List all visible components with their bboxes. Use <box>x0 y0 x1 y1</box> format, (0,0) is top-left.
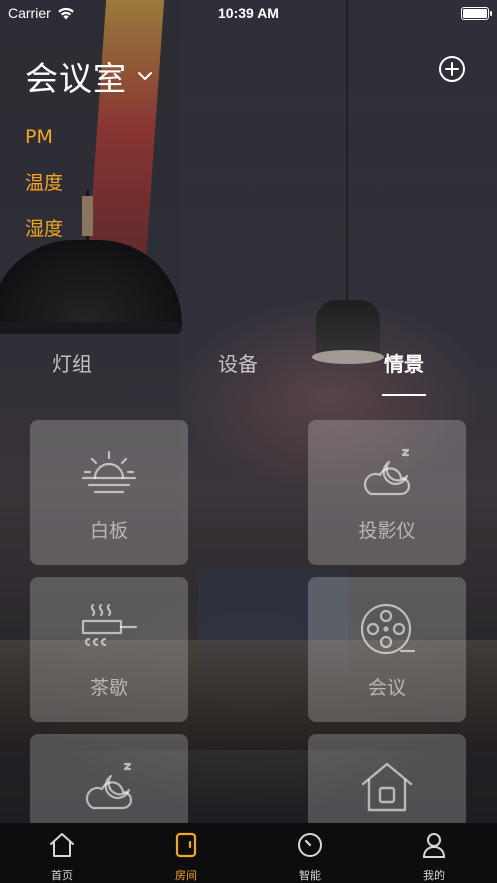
category-tabs: 灯组 设备 情景 <box>0 348 497 398</box>
scene-card-home[interactable] <box>308 734 466 823</box>
tabbar-label: 我的 <box>423 869 445 882</box>
add-circle-icon[interactable] <box>438 55 466 83</box>
chevron-down-icon <box>138 72 152 80</box>
scene-label: 投影仪 <box>358 520 416 542</box>
sensor-readings: PM 温度 湿度 <box>25 124 63 262</box>
header: 会议室 <box>0 46 497 102</box>
reading-temperature: 温度 <box>25 172 64 194</box>
room-title: 会议室 <box>25 59 127 98</box>
night-cloud-icon <box>85 762 133 810</box>
scene-card-night[interactable] <box>30 734 188 823</box>
tab-devices[interactable]: 设备 <box>218 348 258 377</box>
scene-grid: 白板 投影仪 茶歇 会议 <box>0 420 497 823</box>
reading-humidity: 湿度 <box>25 218 64 240</box>
tabbar-item-room[interactable]: 房间 <box>146 823 226 883</box>
scene-label: 白板 <box>89 520 128 542</box>
scene-card-meeting[interactable]: 会议 <box>308 577 466 722</box>
tabbar-item-smart[interactable]: 智能 <box>270 823 350 883</box>
scene-card-projector[interactable]: 投影仪 <box>308 420 466 565</box>
tabbar-label: 首页 <box>51 869 73 882</box>
person-icon <box>422 833 446 858</box>
bottom-tab-bar: 首页 房间 智能 我的 <box>0 823 497 883</box>
night-cloud-icon <box>363 448 411 496</box>
scene-card-whiteboard[interactable]: 白板 <box>30 420 188 565</box>
clock-icon <box>298 833 322 857</box>
home-icon <box>361 762 413 812</box>
scene-label: 会议 <box>367 677 406 699</box>
wifi-icon <box>57 7 74 19</box>
film-reel-icon <box>360 603 416 655</box>
sunrise-icon <box>81 450 137 494</box>
scene-label: 茶歇 <box>89 677 128 699</box>
tab-scenes[interactable]: 情景 <box>384 348 424 377</box>
tabbar-label: 智能 <box>299 869 321 882</box>
tabbar-label: 房间 <box>175 869 197 882</box>
reading-pm: PM <box>25 126 53 148</box>
room-selector[interactable]: 会议室 <box>25 52 153 100</box>
cooking-pot-icon <box>81 603 138 647</box>
status-bar: Carrier 10:39 AM <box>0 0 497 26</box>
tabbar-item-home[interactable]: 首页 <box>22 823 102 883</box>
scene-card-tea-break[interactable]: 茶歇 <box>30 577 188 722</box>
battery-icon <box>461 6 492 20</box>
battery-level <box>463 8 487 18</box>
status-left: Carrier <box>8 5 75 21</box>
active-tab-indicator <box>382 394 426 396</box>
room-icon <box>175 832 197 858</box>
tab-light-group[interactable]: 灯组 <box>52 348 92 377</box>
tabbar-item-profile[interactable]: 我的 <box>394 823 474 883</box>
carrier-label: Carrier <box>8 5 51 21</box>
home-icon <box>50 833 74 857</box>
